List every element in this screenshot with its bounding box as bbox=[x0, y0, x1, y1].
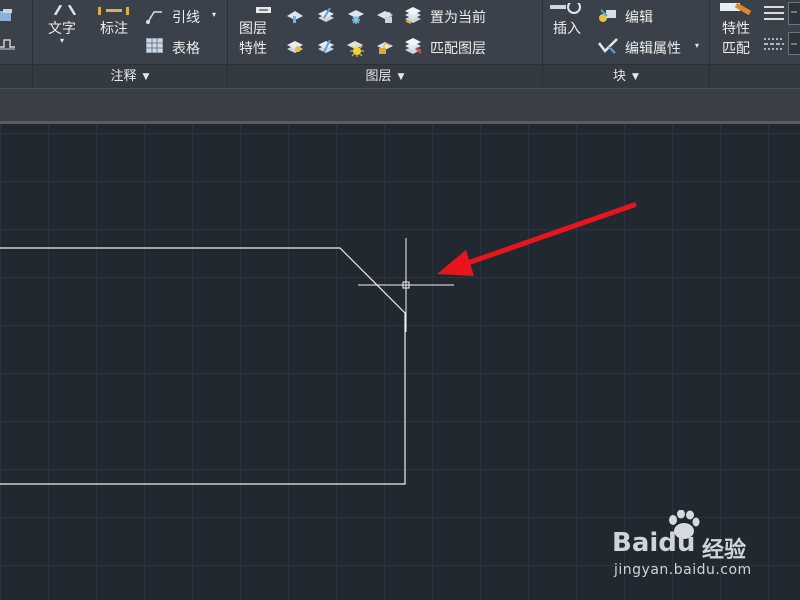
insert-block-icon[interactable] bbox=[550, 0, 584, 19]
match-properties-icon[interactable] bbox=[720, 0, 754, 19]
layers-panel-title[interactable]: 图层 ▼ bbox=[228, 64, 542, 89]
layer-walk-icon[interactable] bbox=[316, 6, 336, 28]
edit-attributes-button[interactable]: 编辑属性 bbox=[625, 38, 681, 58]
match-properties-button-line1[interactable]: 特性 bbox=[722, 18, 750, 38]
layer-merge-icon[interactable] bbox=[316, 38, 336, 60]
edit-attributes-icon[interactable] bbox=[597, 37, 619, 59]
text-icon[interactable] bbox=[52, 0, 78, 19]
drawing-polyline[interactable] bbox=[0, 247, 406, 485]
cube-icon[interactable] bbox=[0, 8, 14, 27]
properties-panel-title[interactable] bbox=[710, 64, 800, 89]
watermark-url: jingyan.baidu.com bbox=[614, 562, 752, 578]
blocks-icon[interactable] bbox=[0, 36, 16, 55]
drawing-canvas[interactable]: Baidu 经验 jingyan.baidu.com bbox=[0, 124, 800, 600]
file-tab-bar bbox=[0, 88, 800, 124]
layer-lock-icon[interactable] bbox=[375, 8, 395, 28]
set-current-button[interactable]: 置为当前 bbox=[430, 7, 486, 27]
ribbon: 文字 ▾ 标注 引线 ▾ 表格 注释 ▼ 图层 特性 置为当前 匹配图层 图层 … bbox=[0, 0, 800, 89]
color-dropdown[interactable] bbox=[788, 2, 800, 30]
layer-off-icon[interactable] bbox=[285, 38, 305, 60]
chevron-down-icon: ▼ bbox=[397, 72, 405, 82]
table-button[interactable]: 表格 bbox=[172, 38, 200, 58]
annotation-panel-label: 注释 bbox=[110, 69, 137, 84]
dimension-icon[interactable] bbox=[98, 0, 130, 19]
leader-icon[interactable] bbox=[146, 6, 164, 28]
layer-properties-icon[interactable] bbox=[256, 0, 272, 19]
watermark-product: 经验 bbox=[702, 538, 747, 563]
layer-thaw-icon[interactable] bbox=[345, 37, 367, 61]
watermark-brand: Baidu bbox=[612, 528, 696, 558]
text-dropdown-icon[interactable]: ▾ bbox=[60, 36, 64, 45]
block-panel-title[interactable]: 块 ▼ bbox=[543, 64, 709, 89]
block-edit-button[interactable]: 编辑 bbox=[625, 7, 653, 27]
table-icon[interactable] bbox=[146, 38, 163, 57]
match-layer-button[interactable]: 匹配图层 bbox=[430, 38, 486, 58]
annotation-panel-title[interactable]: 注释 ▼ bbox=[33, 64, 227, 89]
match-properties-button-line2[interactable]: 匹配 bbox=[722, 38, 750, 58]
layers-panel-label: 图层 bbox=[365, 69, 392, 84]
panel-footer-left bbox=[0, 64, 32, 89]
insert-button[interactable]: 插入 bbox=[553, 18, 581, 38]
crosshair-cursor bbox=[358, 238, 454, 332]
lineweight-icon[interactable] bbox=[764, 4, 786, 26]
match-layer-icon[interactable] bbox=[403, 36, 423, 60]
linetype-icon[interactable] bbox=[764, 36, 786, 56]
chevron-down-icon: ▼ bbox=[142, 72, 150, 82]
layer-isolate-icon[interactable] bbox=[285, 8, 305, 28]
dimension-button[interactable]: 标注 bbox=[100, 18, 128, 38]
linetype-dropdown[interactable] bbox=[788, 32, 800, 60]
red-arrow-annotation bbox=[437, 202, 637, 276]
layer-freeze-icon[interactable] bbox=[346, 7, 366, 29]
layer-unlock-icon[interactable] bbox=[375, 39, 395, 59]
block-edit-icon[interactable] bbox=[597, 6, 619, 28]
layer-properties-button-line1[interactable]: 图层 bbox=[239, 18, 267, 38]
layer-properties-button-line2[interactable]: 特性 bbox=[239, 38, 267, 58]
block-panel-label: 块 bbox=[613, 69, 627, 84]
edit-attributes-dropdown-icon[interactable]: ▾ bbox=[695, 41, 699, 50]
chevron-down-icon: ▼ bbox=[632, 72, 639, 82]
text-button[interactable]: 文字 bbox=[48, 18, 76, 38]
baidu-watermark: Baidu 经验 jingyan.baidu.com bbox=[612, 509, 792, 590]
leader-dropdown-icon[interactable]: ▾ bbox=[212, 10, 216, 19]
leader-button[interactable]: 引线 bbox=[172, 7, 200, 27]
set-current-icon[interactable] bbox=[403, 5, 423, 29]
